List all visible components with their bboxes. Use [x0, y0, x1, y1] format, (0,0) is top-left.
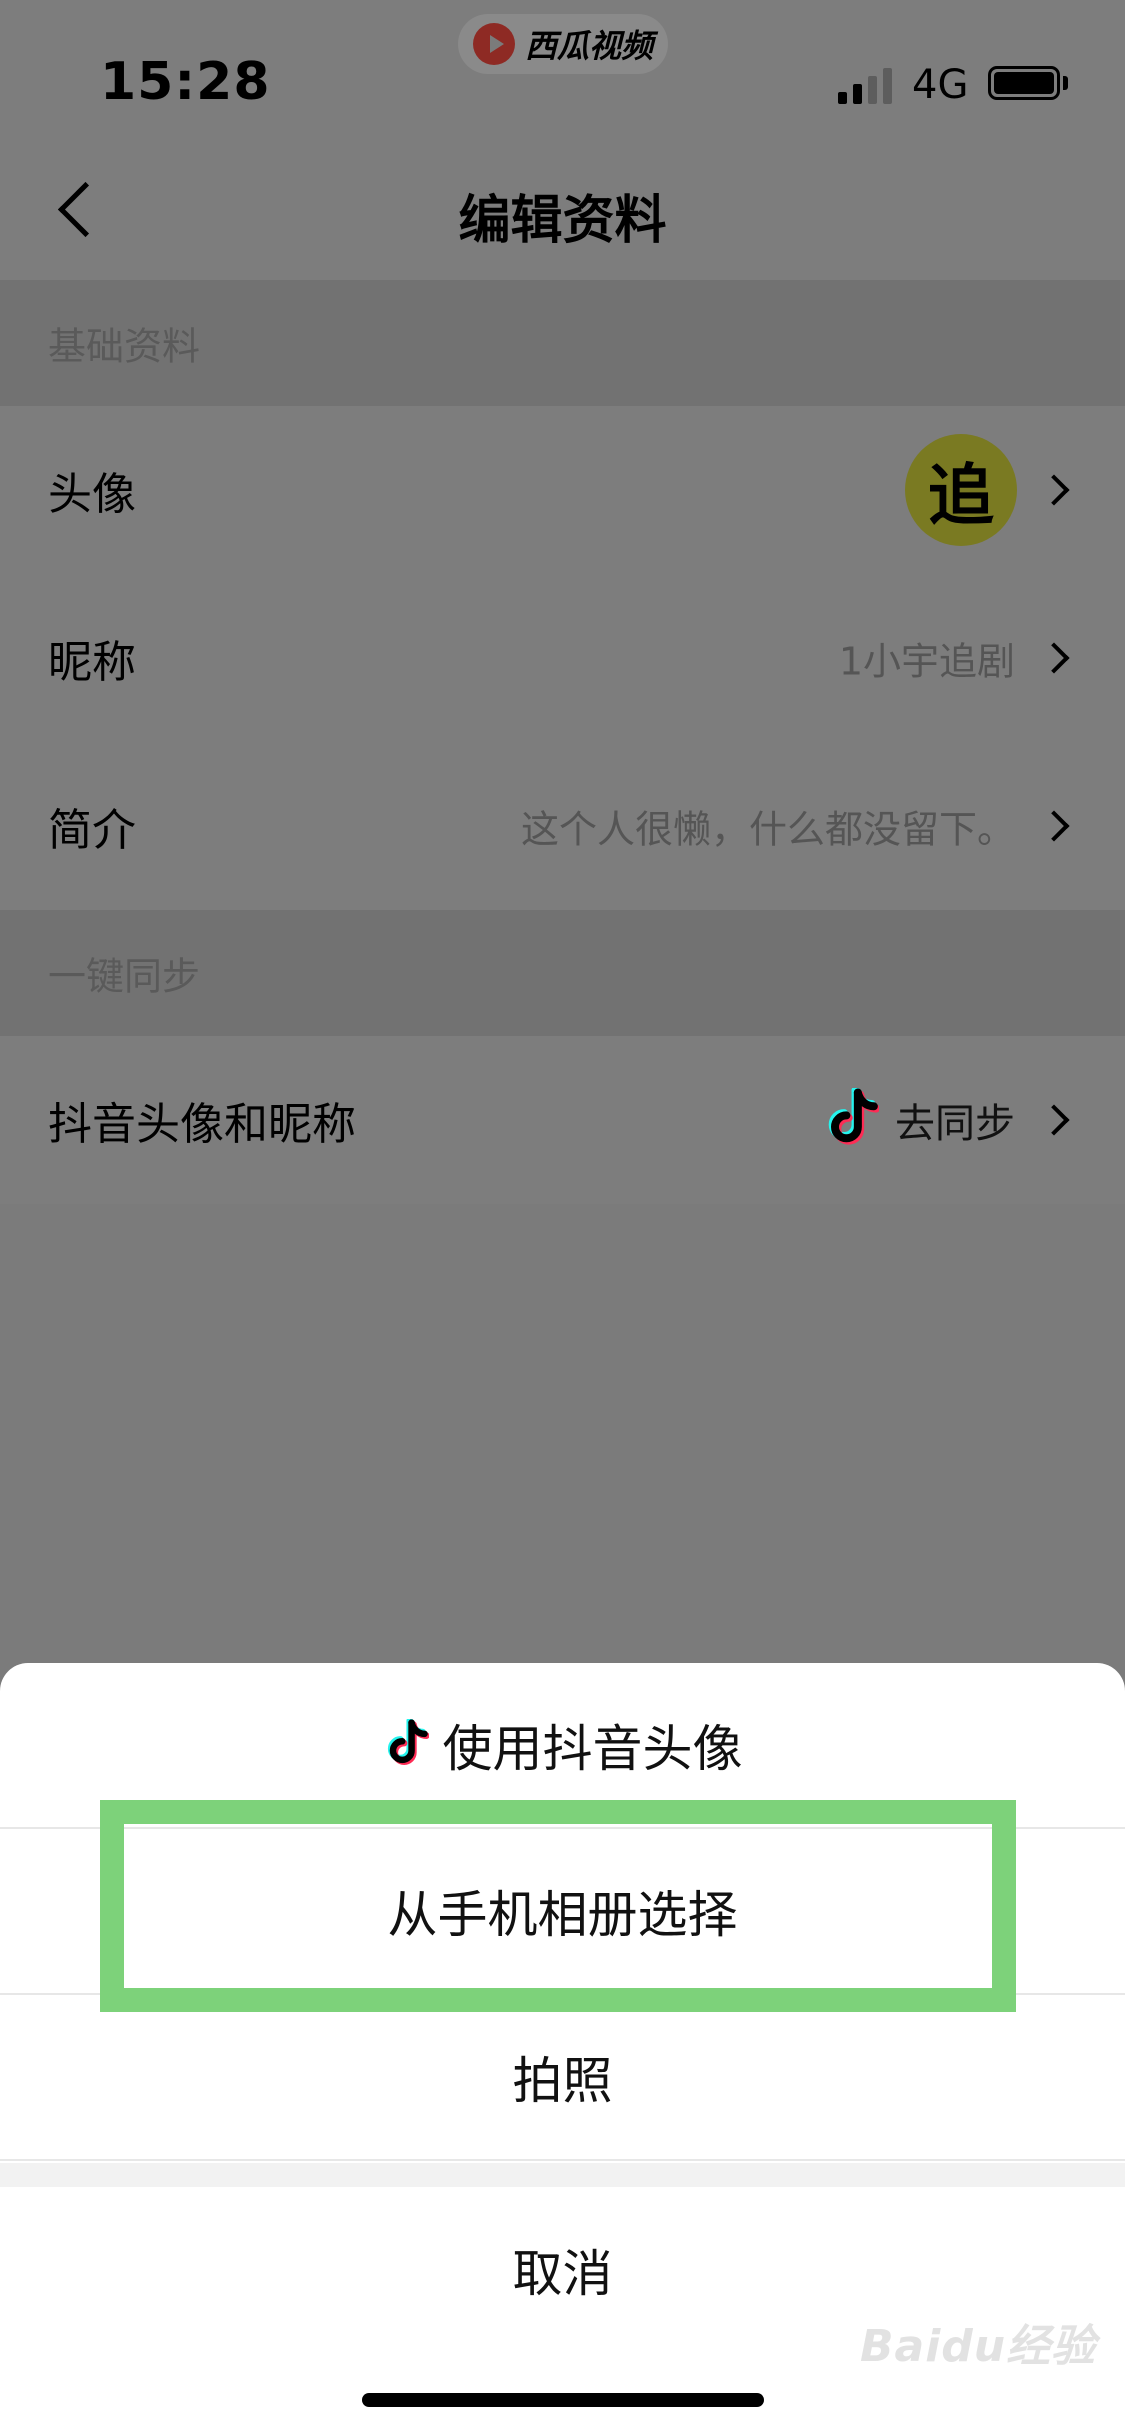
- use-douyin-avatar-label: 使用抖音头像: [442, 1720, 743, 1778]
- sheet-separator: [0, 2163, 1125, 2187]
- section-header-sync-label: 一键同步: [48, 954, 201, 999]
- row-avatar-label: 头像: [48, 469, 136, 520]
- section-header-sync: 一键同步: [0, 910, 1125, 1036]
- chevron-right-icon: [1038, 474, 1070, 506]
- take-photo-label: 拍照: [512, 2052, 613, 2110]
- douyin-sync-action[interactable]: 去同步: [823, 1088, 1015, 1152]
- home-indicator[interactable]: [362, 2393, 764, 2407]
- highlight-frame: [100, 1800, 1016, 2012]
- avatar[interactable]: 追: [905, 434, 1017, 546]
- back-to-app-pill[interactable]: 西瓜视频: [458, 14, 668, 74]
- xigua-logo-icon: [472, 23, 515, 65]
- battery-tip: [1063, 76, 1068, 90]
- cancel-label: 取消: [512, 2245, 613, 2303]
- section-header-basic-label: 基础资料: [48, 324, 201, 369]
- row-nickname-label: 昵称: [48, 637, 136, 688]
- row-bio-label: 简介: [48, 805, 136, 856]
- douyin-logo-icon: [828, 1088, 879, 1145]
- row-douyin-label: 抖音头像和昵称: [48, 1099, 356, 1150]
- section-header-basic: 基础资料: [0, 280, 1125, 406]
- row-nickname-value: 1小宇追剧: [838, 639, 1015, 684]
- dimmed-empty-area[interactable]: [0, 1205, 1125, 1665]
- chevron-right-icon: [1038, 1104, 1070, 1136]
- page-title: 编辑资料: [458, 191, 667, 251]
- chevron-right-icon: [1038, 810, 1070, 842]
- status-time: 15:28: [100, 52, 271, 112]
- app-badge-label: 西瓜视频: [524, 27, 653, 65]
- row-nickname[interactable]: 昵称 1小宇追剧: [0, 574, 1125, 742]
- avatar-glyph: 追: [928, 457, 994, 534]
- douyin-logo-icon: [387, 1719, 429, 1765]
- douyin-sync-label: 去同步: [895, 1101, 1015, 1147]
- row-bio-value: 这个人很懒，什么都没留下。: [520, 807, 1015, 852]
- battery-icon: [988, 66, 1060, 100]
- watermark: Baidu经验: [860, 2321, 1097, 2372]
- row-douyin-sync[interactable]: 抖音头像和昵称 去同步: [0, 1036, 1125, 1204]
- network-type: 4G: [912, 62, 969, 108]
- take-photo-button[interactable]: 拍照: [0, 1995, 1125, 2161]
- signal-icon: [838, 64, 892, 104]
- row-avatar[interactable]: 头像 追: [0, 406, 1125, 574]
- row-bio[interactable]: 简介 这个人很懒，什么都没留下。: [0, 742, 1125, 910]
- chevron-right-icon: [1038, 642, 1070, 674]
